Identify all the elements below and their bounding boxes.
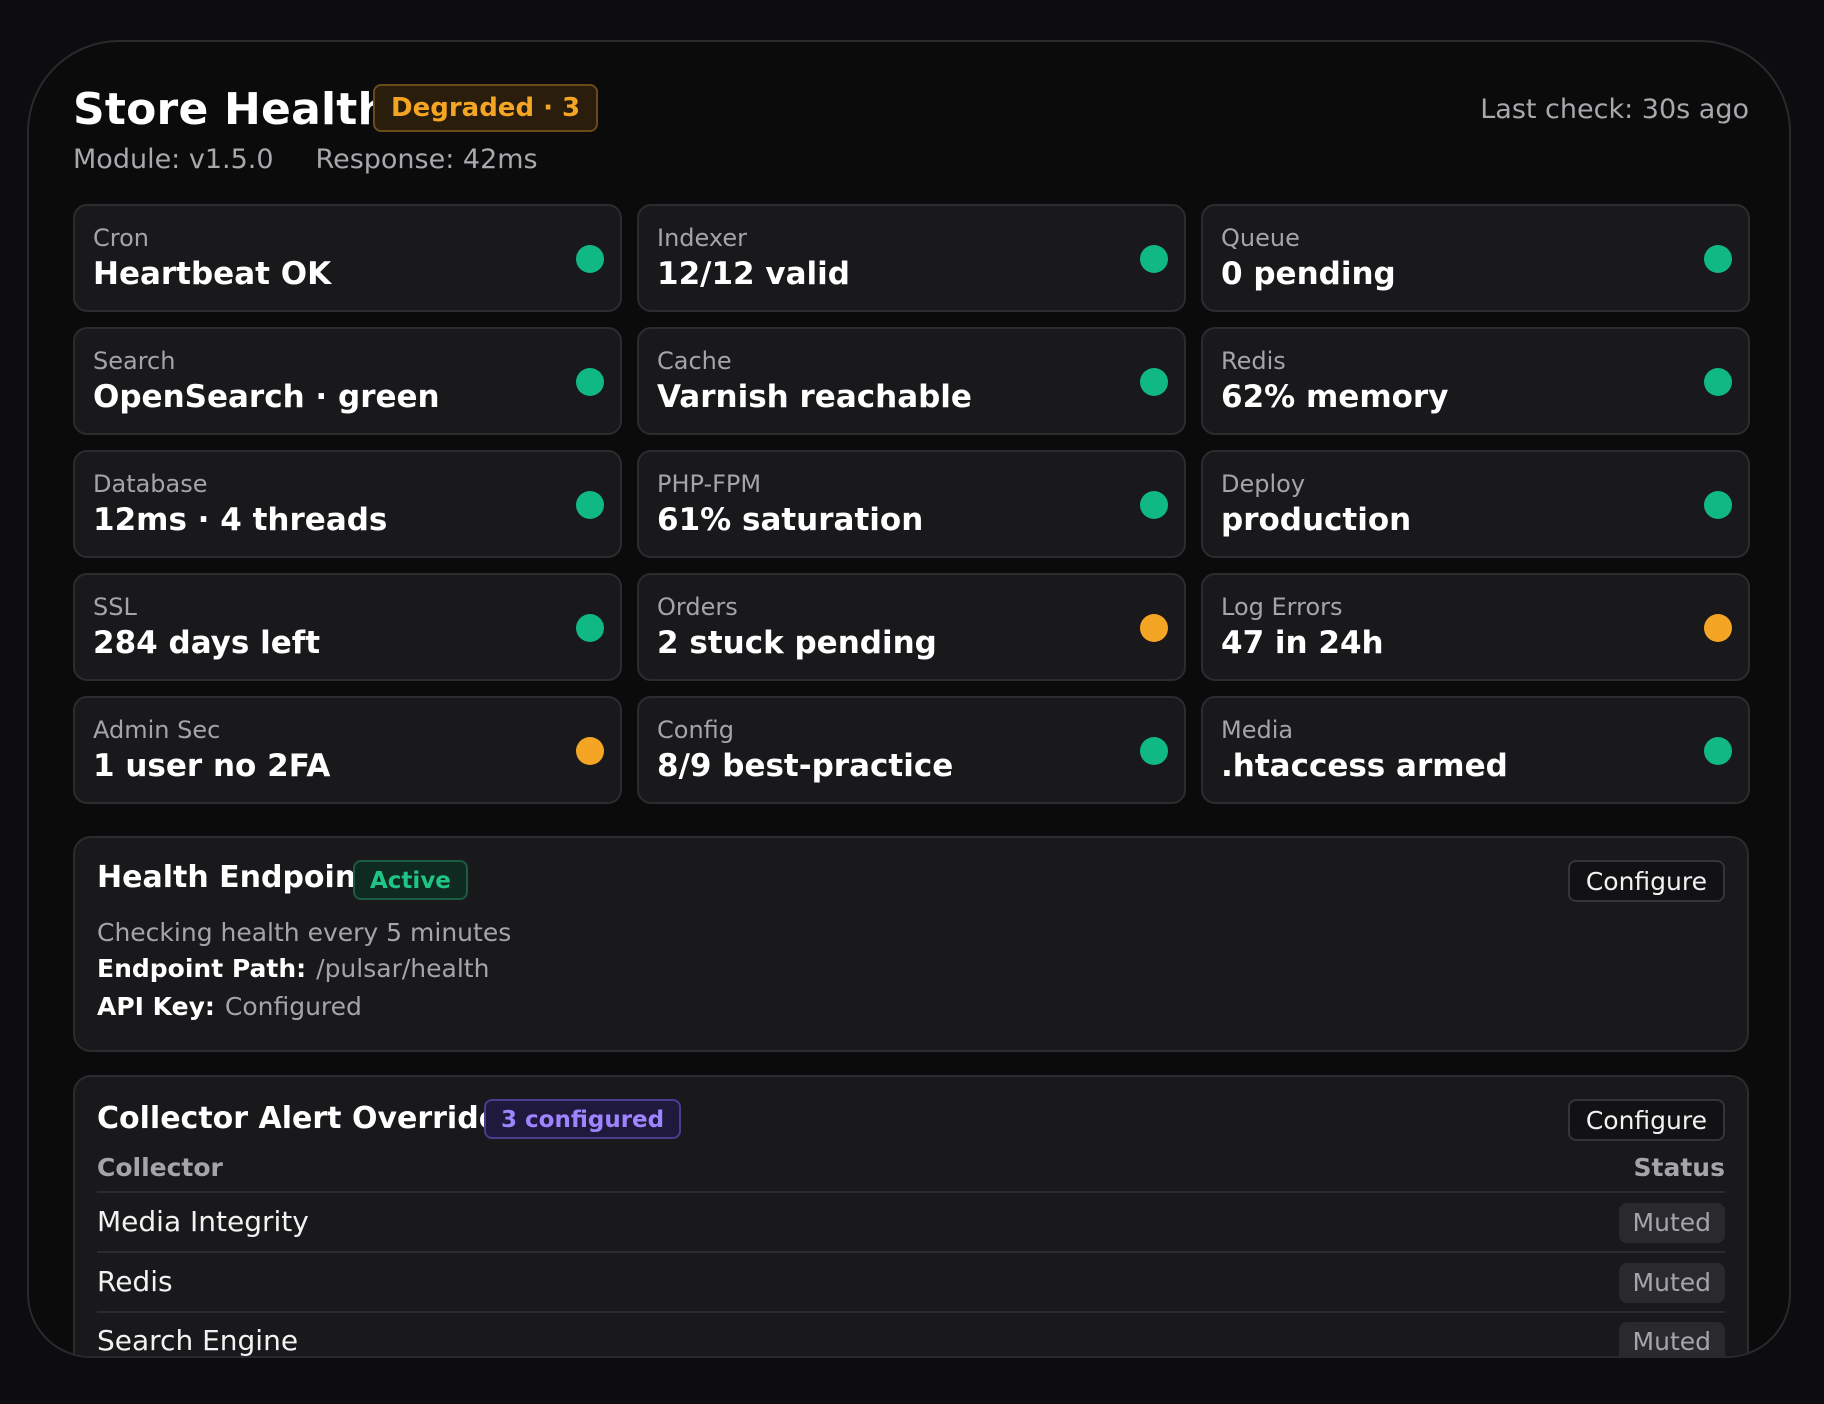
check-value: 2 stuck pending bbox=[657, 625, 937, 661]
status-dot-icon bbox=[1704, 245, 1732, 273]
check-card-cache[interactable]: Cache Varnish reachable bbox=[637, 327, 1186, 435]
status-badge: Degraded · 3 bbox=[373, 84, 599, 132]
health-endpoint-panel: Health Endpoint Active Configure Checkin… bbox=[73, 836, 1749, 1052]
api-key-value: Configured bbox=[224, 992, 362, 1021]
checks-grid: Cron Heartbeat OK Indexer 12/12 valid Queue 0… bbox=[73, 204, 1750, 804]
collector-configure-button[interactable]: Configure bbox=[1567, 1099, 1725, 1141]
check-value: .htaccess armed bbox=[1221, 748, 1508, 784]
check-value: 62% memory bbox=[1221, 379, 1449, 415]
response-time: Response: 42ms bbox=[315, 144, 538, 175]
api-key-row: API Key: Configured bbox=[97, 992, 362, 1021]
status-dot-icon bbox=[576, 614, 604, 642]
check-value: 284 days left bbox=[93, 625, 321, 661]
active-badge: Active bbox=[353, 860, 468, 900]
check-card-search[interactable]: Search OpenSearch · green bbox=[73, 327, 622, 435]
check-card-queue[interactable]: Queue 0 pending bbox=[1201, 204, 1750, 312]
check-label: Cron bbox=[93, 224, 149, 252]
collector-overrides-title: Collector Alert Overrides bbox=[97, 1101, 517, 1136]
status-dot-icon bbox=[1140, 737, 1168, 765]
collector-name: Search Engine bbox=[97, 1324, 299, 1357]
store-health-widget: Store Health Degraded · 3 Last check: 30… bbox=[27, 40, 1791, 1358]
status-dot-icon bbox=[576, 245, 604, 273]
overrides-table-header: Collector Status bbox=[97, 1149, 1725, 1193]
check-card-indexer[interactable]: Indexer 12/12 valid bbox=[637, 204, 1186, 312]
check-value: Varnish reachable bbox=[657, 379, 972, 415]
check-card-cron[interactable]: Cron Heartbeat OK bbox=[73, 204, 622, 312]
check-label: Queue bbox=[1221, 224, 1300, 252]
endpoint-path-value: /pulsar/health bbox=[316, 954, 490, 983]
muted-badge: Muted bbox=[1618, 1203, 1725, 1243]
status-dot-icon bbox=[1140, 614, 1168, 642]
status-dot-icon bbox=[576, 368, 604, 396]
status-column-header: Status bbox=[1633, 1153, 1725, 1182]
status-dot-icon bbox=[576, 737, 604, 765]
collector-overrides-panel: Collector Alert Overrides 3 configured C… bbox=[73, 1075, 1749, 1357]
check-value: OpenSearch · green bbox=[93, 379, 440, 415]
check-label: Log Errors bbox=[1221, 593, 1343, 621]
health-configure-button[interactable]: Configure bbox=[1567, 860, 1725, 902]
health-check-description: Checking health every 5 minutes bbox=[97, 918, 512, 947]
status-dot-icon bbox=[1704, 368, 1732, 396]
check-card-ssl[interactable]: SSL 284 days left bbox=[73, 573, 622, 681]
check-value: 0 pending bbox=[1221, 256, 1396, 292]
check-label: Search bbox=[93, 347, 176, 375]
check-value: 61% saturation bbox=[657, 502, 924, 538]
status-dot-icon bbox=[1704, 737, 1732, 765]
check-label: Cache bbox=[657, 347, 732, 375]
check-card-database[interactable]: Database 12ms · 4 threads bbox=[73, 450, 622, 558]
collector-name: Redis bbox=[97, 1265, 173, 1298]
status-dot-icon bbox=[1704, 614, 1732, 642]
check-label: Deploy bbox=[1221, 470, 1306, 498]
table-row[interactable]: Media Integrity Muted bbox=[97, 1193, 1725, 1253]
check-label: Admin Sec bbox=[93, 716, 221, 744]
widget-header: Store Health Degraded · 3 Last check: 30… bbox=[73, 80, 1749, 140]
status-dot-icon bbox=[1140, 368, 1168, 396]
check-value: 8/9 best-practice bbox=[657, 748, 954, 784]
last-check-text: Last check: 30s ago bbox=[1480, 94, 1749, 125]
check-card-orders[interactable]: Orders 2 stuck pending bbox=[637, 573, 1186, 681]
endpoint-path-label: Endpoint Path: bbox=[97, 954, 307, 983]
api-key-label: API Key: bbox=[97, 992, 215, 1021]
status-dot-icon bbox=[576, 491, 604, 519]
check-card-admin-sec[interactable]: Admin Sec 1 user no 2FA bbox=[73, 696, 622, 804]
status-dot-icon bbox=[1140, 491, 1168, 519]
check-value: 1 user no 2FA bbox=[93, 748, 331, 784]
collector-name: Media Integrity bbox=[97, 1205, 309, 1238]
check-card-redis[interactable]: Redis 62% memory bbox=[1201, 327, 1750, 435]
check-card-media[interactable]: Media .htaccess armed bbox=[1201, 696, 1750, 804]
check-card-config[interactable]: Config 8/9 best-practice bbox=[637, 696, 1186, 804]
check-label: Orders bbox=[657, 593, 738, 621]
check-label: Config bbox=[657, 716, 735, 744]
check-value: production bbox=[1221, 502, 1412, 538]
check-label: SSL bbox=[93, 593, 137, 621]
health-endpoint-title: Health Endpoint bbox=[97, 860, 371, 895]
check-label: Indexer bbox=[657, 224, 747, 252]
module-version: Module: v1.5.0 bbox=[73, 144, 274, 175]
check-value: 12ms · 4 threads bbox=[93, 502, 388, 538]
check-value: Heartbeat OK bbox=[93, 256, 332, 292]
check-value: 47 in 24h bbox=[1221, 625, 1384, 661]
check-card-deploy[interactable]: Deploy production bbox=[1201, 450, 1750, 558]
check-card-php-fpm[interactable]: PHP-FPM 61% saturation bbox=[637, 450, 1186, 558]
muted-badge: Muted bbox=[1618, 1322, 1725, 1356]
check-label: Media bbox=[1221, 716, 1294, 744]
status-dot-icon bbox=[1704, 491, 1732, 519]
muted-badge: Muted bbox=[1618, 1263, 1725, 1303]
check-label: PHP-FPM bbox=[657, 470, 762, 498]
collector-column-header: Collector bbox=[97, 1153, 223, 1182]
check-label: Database bbox=[93, 470, 208, 498]
endpoint-path-row: Endpoint Path: /pulsar/health bbox=[97, 954, 489, 983]
table-row[interactable]: Search Engine Muted bbox=[97, 1312, 1725, 1357]
check-value: 12/12 valid bbox=[657, 256, 850, 292]
table-row[interactable]: Redis Muted bbox=[97, 1253, 1725, 1313]
configured-count-badge: 3 configured bbox=[484, 1099, 682, 1139]
check-card-log-errors[interactable]: Log Errors 47 in 24h bbox=[1201, 573, 1750, 681]
check-label: Redis bbox=[1221, 347, 1286, 375]
meta-row: Module: v1.5.0 Response: 42ms bbox=[73, 144, 538, 175]
page-title: Store Health bbox=[73, 84, 390, 135]
status-dot-icon bbox=[1140, 245, 1168, 273]
